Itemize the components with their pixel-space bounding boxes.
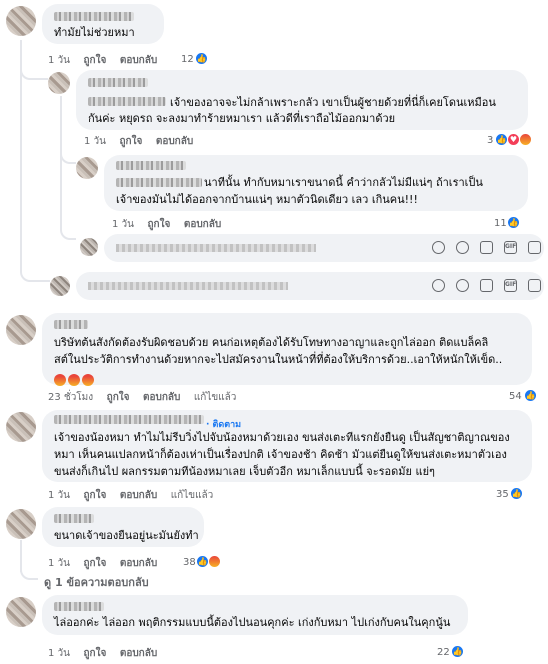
comment-time[interactable]: 1 วัน: [48, 648, 70, 659]
like-button[interactable]: ถูกใจ: [83, 648, 106, 659]
reaction-count: 38: [183, 557, 196, 568]
sticker-icon[interactable]: [456, 279, 469, 292]
comment-time[interactable]: 1 วัน: [48, 558, 70, 569]
camera-icon[interactable]: [480, 241, 493, 254]
like-button[interactable]: ถูกใจ: [83, 55, 106, 66]
reply-button[interactable]: ตอบกลับ: [184, 219, 221, 230]
reply-input-placeholder: [88, 282, 288, 290]
like-button[interactable]: ถูกใจ: [147, 219, 170, 230]
avatar[interactable]: [76, 157, 98, 179]
like-reaction-icon[interactable]: 👍: [195, 52, 208, 65]
avatar-sticker-icon[interactable]: [528, 241, 541, 254]
comment-author-blur: [88, 97, 166, 106]
gif-icon[interactable]: GIF: [504, 279, 517, 292]
comment-time[interactable]: 1 วัน: [48, 55, 70, 66]
reaction-count: 54: [509, 391, 522, 402]
comment-emojis: [54, 369, 96, 388]
like-reaction-icon[interactable]: 👍: [507, 216, 520, 229]
angry-emoji-icon: [54, 373, 66, 386]
reply-button[interactable]: ตอบกลับ: [120, 648, 157, 659]
comment-text: สต์ในประวัติการทำงานด้วยหากจะไปสมัครงานใ…: [54, 353, 503, 366]
reply-input[interactable]: GIF: [76, 272, 544, 300]
comment-author[interactable]: [54, 415, 204, 424]
emoji-icon[interactable]: [432, 279, 445, 292]
edited-label: แก้ไขแล้ว: [193, 392, 237, 403]
comment-actions: 1 วัน ถูกใจ ตอบกลับ: [84, 134, 203, 149]
comment-author[interactable]: [54, 602, 104, 611]
comment-time[interactable]: 23 ชั่วโมง: [48, 392, 93, 403]
avatar[interactable]: [6, 412, 36, 442]
avatar: [80, 238, 98, 256]
comment-actions: 1 วัน ถูกใจ ตอบกลับ: [48, 556, 167, 571]
comment-actions: 1 วัน ถูกใจ ตอบกลับ แก้ไขแล้ว: [48, 488, 223, 503]
angry-emoji-icon: [82, 373, 94, 386]
comment-author[interactable]: [54, 320, 88, 329]
comment-actions: 1 วัน ถูกใจ ตอบกลับ: [112, 217, 231, 232]
thread-branch: [60, 226, 76, 240]
comment-text: เจ้าของมันไม่ได้ออกจากบ้านแน่ๆ หมาตัวนิด…: [116, 193, 418, 206]
avatar: [50, 276, 70, 296]
avatar[interactable]: [6, 6, 36, 36]
reply-button[interactable]: ตอบกลับ: [143, 392, 180, 403]
angry-reaction-icon[interactable]: [519, 133, 532, 146]
camera-icon[interactable]: [480, 279, 493, 292]
reply-input[interactable]: GIF: [104, 234, 544, 262]
thread-line: [60, 96, 62, 226]
thread-branch: [60, 150, 76, 164]
comment-author[interactable]: [116, 161, 186, 170]
comment-author[interactable]: [88, 78, 148, 87]
reply-input-placeholder: [116, 244, 316, 252]
comment-text: ขนส่งก็เกินไป ผลกรรมตามทีน้องหมาเลย เจ็บ…: [54, 465, 435, 478]
like-reaction-icon[interactable]: 👍: [451, 645, 464, 658]
reaction-count: 12: [181, 54, 194, 65]
like-reaction-icon[interactable]: 👍: [524, 389, 537, 402]
avatar[interactable]: [6, 597, 36, 627]
comment-actions: 23 ชั่วโมง ถูกใจ ตอบกลับ แก้ไขแล้ว: [48, 390, 246, 405]
like-reaction-icon[interactable]: 👍: [510, 487, 523, 500]
like-button[interactable]: ถูกใจ: [83, 558, 106, 569]
view-replies-link[interactable]: ดู 1 ข้อความตอบกลับ: [44, 573, 149, 591]
edited-label: แก้ไขแล้ว: [170, 490, 214, 501]
reaction-count: 35: [496, 489, 509, 500]
avatar[interactable]: [48, 72, 70, 94]
gif-icon[interactable]: GIF: [504, 241, 517, 254]
comment-text: กันค่ะ หยุดรถ จะลงมาทำร้ายหมาเรา แล้วดีท…: [88, 112, 396, 125]
avatar-sticker-icon[interactable]: [528, 279, 541, 292]
emoji-icon[interactable]: [432, 241, 445, 254]
reaction-count: 3: [487, 135, 494, 146]
comment-time[interactable]: 1 วัน: [48, 490, 70, 501]
comment-actions: 1 วัน ถูกใจ ตอบกลับ: [48, 646, 167, 661]
reaction-count: 11: [494, 218, 507, 229]
like-button[interactable]: ถูกใจ: [107, 392, 130, 403]
avatar[interactable]: [6, 509, 36, 539]
like-button[interactable]: ถูกใจ: [83, 490, 106, 501]
reply-button[interactable]: ตอบกลับ: [120, 55, 157, 66]
avatar[interactable]: [6, 315, 36, 345]
comment-text: ไล่ออกค่ะ ไล่ออก พฤติกรรมแบบนี้ต้องไปนอน…: [54, 616, 451, 629]
comment-author[interactable]: [54, 514, 94, 523]
reply-button[interactable]: ตอบกลับ: [156, 136, 193, 147]
thread-branch: [20, 236, 50, 282]
comment-author[interactable]: [54, 12, 134, 21]
like-button[interactable]: ถูกใจ: [119, 136, 142, 147]
comment-author-blur: [116, 178, 202, 187]
thread-branch: [20, 568, 38, 580]
angry-reaction-icon[interactable]: [208, 555, 221, 568]
reaction-count: 22: [437, 647, 450, 658]
comment-text: ทำมัยไม่ช่วยหมา: [54, 26, 135, 39]
reply-button[interactable]: ตอบกลับ: [120, 490, 157, 501]
sticker-icon[interactable]: [456, 241, 469, 254]
angry-emoji-icon: [68, 373, 80, 386]
reply-button[interactable]: ตอบกลับ: [120, 558, 157, 569]
comment-text: ขนาดเจ้าของยืนอยู่นะมันยังทำ: [54, 529, 199, 542]
comment-actions: 1 วัน ถูกใจ ตอบกลับ: [48, 53, 167, 68]
thread-branch: [20, 66, 48, 80]
comment-time[interactable]: 1 วัน: [84, 136, 106, 147]
comment-time[interactable]: 1 วัน: [112, 219, 134, 230]
